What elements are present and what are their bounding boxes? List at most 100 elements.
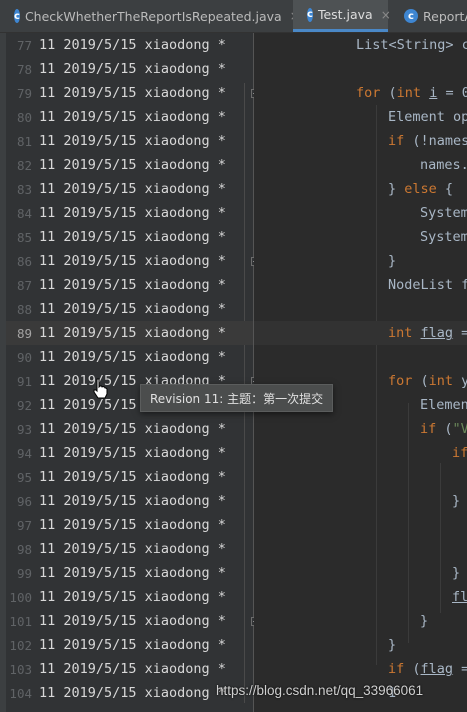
code-line[interactable]: int flag = [254,321,467,345]
code-token: names. [420,157,467,173]
code-line[interactable]: } [254,633,467,657]
annotation-row[interactable]: 77 11 2019/5/15 xiaodong * [6,33,253,57]
line-number: 90 [16,349,32,365]
code-token: int [388,325,413,341]
code-line[interactable]: fl [254,585,467,609]
annotation-row[interactable]: 98 11 2019/5/15 xiaodong * [6,537,253,561]
code-token: } [452,493,461,509]
editor-tab[interactable]: cCheckWhetherTheReportIsRepeated.java× [0,0,300,32]
revision-tooltip: Revision 11: 主题：第一次提交 [140,384,334,412]
line-number: 81 [16,133,32,149]
code-line[interactable] [254,57,467,81]
annotation-row[interactable]: 78 11 2019/5/15 xiaodong * [6,57,253,81]
editor-tab-bar: cCheckWhetherTheReportIsRepeated.java×cT… [0,0,467,33]
annotation-row[interactable]: 80 11 2019/5/15 xiaodong * [6,105,253,129]
line-number: 84 [16,205,32,221]
annotation-text: 11 2019/5/15 xiaodong * [39,133,226,149]
code-token: int [428,373,454,389]
code-line[interactable] [254,465,467,489]
java-class-icon: c [307,7,313,22]
annotation-row[interactable]: 83 11 2019/5/15 xiaodong * [6,177,253,201]
editor-tab[interactable]: c Test.java × [293,0,391,32]
code-line[interactable]: if ("V [254,417,467,441]
code-line[interactable]: NodeList f [254,273,467,297]
code-token: "V [452,421,467,437]
editor-tab-label: Test.java [317,7,373,22]
annotation-text: 11 2019/5/15 xiaodong * [39,157,226,173]
code-token: ( [404,661,421,677]
code-token: { [436,181,454,197]
line-number: 94 [16,445,32,461]
code-line[interactable]: } [254,249,467,273]
code-line[interactable]: System [254,225,467,249]
annotation-text: 11 2019/5/15 xiaodong * [39,349,226,365]
revision-tooltip-text: Revision 11: 主题：第一次提交 [150,391,324,406]
annotation-row[interactable]: 87 11 2019/5/15 xiaodong * [6,273,253,297]
code-line[interactable]: } [254,489,467,513]
annotation-row[interactable]: 93 11 2019/5/15 xiaodong * [6,417,253,441]
code-line[interactable]: List<String> c [254,33,467,57]
line-number: 86 [16,253,32,269]
annotation-row[interactable]: 81 11 2019/5/15 xiaodong * [6,129,253,153]
code-editor[interactable]: List<String> c for (int i = 0 Element op if… [254,33,467,712]
code-line[interactable]: if (flag = [254,657,467,681]
annotation-row[interactable]: 99 11 2019/5/15 xiaodong * [6,561,253,585]
code-token: y [461,373,467,389]
annotation-row[interactable]: 90 11 2019/5/15 xiaodong * [6,345,253,369]
annotation-row[interactable]: 89 11 2019/5/15 xiaodong * [6,321,253,345]
code-line[interactable]: for (int i = 0 [254,81,467,105]
code-line[interactable]: if (!names [254,129,467,153]
annotation-row[interactable]: 96 11 2019/5/15 xiaodong * [6,489,253,513]
annotation-row[interactable]: 85 11 2019/5/15 xiaodong * [6,225,253,249]
line-number: 87 [16,277,32,293]
code-line[interactable] [254,537,467,561]
annotation-text: 11 2019/5/15 xiaodong * [39,61,226,77]
java-class-icon: c [404,9,418,23]
annotation-text: 11 2019/5/15 xiaodong * [39,421,226,437]
code-line[interactable]: names. [254,153,467,177]
code-token: int [396,85,422,101]
annotation-row[interactable]: 79 11 2019/5/15 xiaodong * [6,81,253,105]
hand-cursor-icon [93,378,108,399]
code-line[interactable]: } [254,609,467,633]
annotation-text: 11 2019/5/15 xiaodong * [39,253,226,269]
code-token: System [420,229,467,245]
code-line[interactable] [254,345,467,369]
code-line[interactable] [254,513,467,537]
code-token: Element op [388,109,467,125]
code-line[interactable]: } [254,561,467,585]
annotation-row[interactable]: 103 11 2019/5/15 xiaodong * [6,657,253,681]
code-token: if [452,445,467,461]
line-number: 101 [9,613,32,629]
annotation-text: 11 2019/5/15 xiaodong * [39,181,226,197]
annotation-row[interactable]: 100 11 2019/5/15 xiaodong * [6,585,253,609]
annotation-text: 11 2019/5/15 xiaodong * [39,685,226,701]
code-line[interactable]: System [254,201,467,225]
annotation-row[interactable]: 102 11 2019/5/15 xiaodong * [6,633,253,657]
annotation-text: 11 2019/5/15 xiaodong * [39,277,226,293]
code-token: for [388,373,413,389]
annotation-row[interactable]: 82 11 2019/5/15 xiaodong * [6,153,253,177]
code-line[interactable]: } else { [254,177,467,201]
annotation-row[interactable]: 95 11 2019/5/15 xiaodong * [6,465,253,489]
code-token: if [420,421,437,437]
code-line[interactable]: Element op [254,105,467,129]
line-number: 92 [16,397,32,413]
editor-tab[interactable]: c ReportA [390,0,467,32]
annotation-row[interactable]: 101 11 2019/5/15 xiaodong * [6,609,253,633]
code-line[interactable] [254,297,467,321]
annotation-text: 11 2019/5/15 xiaodong * [39,565,226,581]
annotation-row[interactable]: 86 11 2019/5/15 xiaodong * [6,249,253,273]
annotation-row[interactable]: 88 11 2019/5/15 xiaodong * [6,297,253,321]
annotation-row[interactable]: 84 11 2019/5/15 xiaodong * [6,201,253,225]
code-token: } [388,637,397,653]
annotation-row[interactable]: 97 11 2019/5/15 xiaodong * [6,513,253,537]
code-token: for [356,85,381,101]
annotation-row[interactable]: 94 11 2019/5/15 xiaodong * [6,441,253,465]
code-token: System [420,205,467,221]
code-line[interactable]: if [254,441,467,465]
annotation-text: 11 2019/5/15 xiaodong * [39,493,226,509]
annotation-text: 11 2019/5/15 xiaodong * [39,205,226,221]
